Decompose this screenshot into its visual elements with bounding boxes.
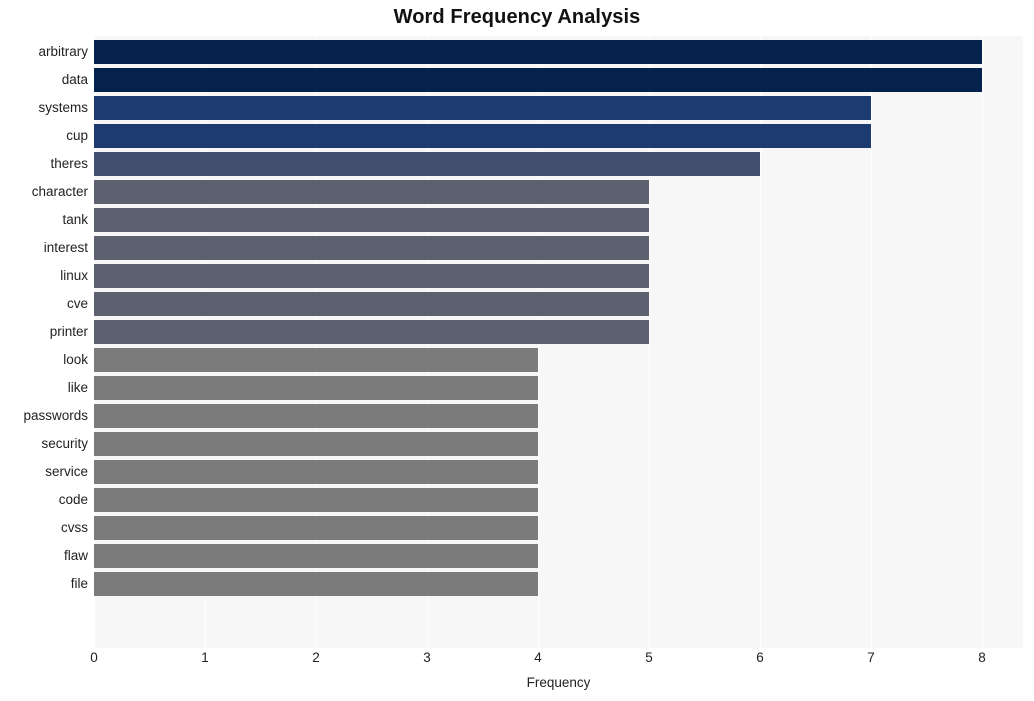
y-axis-tick-label: theres <box>50 156 88 171</box>
bar[interactable] <box>94 96 871 120</box>
bar[interactable] <box>94 152 760 176</box>
y-axis-tick-label: printer <box>49 324 88 339</box>
y-axis-tick-labels: arbitrary data systems cup theres character ta… <box>0 36 88 648</box>
y-axis-tick-label: linux <box>60 268 88 283</box>
x-axis-tick-label: 6 <box>756 650 764 665</box>
y-axis-tick-label: cvss <box>61 520 88 535</box>
y-axis-tick-label: interest <box>43 240 88 255</box>
y-axis-tick-label: file <box>70 576 88 591</box>
chart-title: Word Frequency Analysis <box>393 6 641 28</box>
x-axis-tick-label: 0 <box>90 650 98 665</box>
bar[interactable] <box>94 404 538 428</box>
y-axis-tick-label: security <box>41 436 88 451</box>
bar[interactable] <box>94 376 538 400</box>
bar[interactable] <box>94 40 982 64</box>
bars-container <box>94 36 1023 648</box>
bar[interactable] <box>94 516 538 540</box>
x-axis-tick-label: 5 <box>645 650 653 665</box>
x-axis-tick-label: 4 <box>534 650 542 665</box>
y-axis-tick-label: code <box>58 492 88 507</box>
y-axis-tick-label: arbitrary <box>38 44 88 59</box>
y-axis-tick-label: like <box>67 380 88 395</box>
bar[interactable] <box>94 292 649 316</box>
bar[interactable] <box>94 348 538 372</box>
bar[interactable] <box>94 264 649 288</box>
x-axis-tick-label: 2 <box>312 650 320 665</box>
x-axis-tick-label: 3 <box>423 650 431 665</box>
y-axis-tick-label: character <box>31 184 88 199</box>
y-axis-tick-label: cup <box>66 128 88 143</box>
x-axis-tick-label: 1 <box>201 650 209 665</box>
bar[interactable] <box>94 68 982 92</box>
bar[interactable] <box>94 544 538 568</box>
y-axis-tick-label: service <box>45 464 88 479</box>
bar[interactable] <box>94 460 538 484</box>
bar[interactable] <box>94 488 538 512</box>
y-axis-tick-label: passwords <box>23 408 88 423</box>
bar[interactable] <box>94 236 649 260</box>
y-axis-tick-label: look <box>63 352 88 367</box>
bar[interactable] <box>94 124 871 148</box>
y-axis-tick-label: flaw <box>63 548 88 563</box>
bar[interactable] <box>94 180 649 204</box>
bar[interactable] <box>94 432 538 456</box>
x-axis-tick-label: 8 <box>978 650 986 665</box>
x-axis-tick-label: 7 <box>867 650 875 665</box>
y-axis-tick-label: tank <box>62 212 88 227</box>
y-axis-tick-label: data <box>61 72 88 87</box>
y-axis-tick-label: systems <box>38 100 88 115</box>
plot-area <box>94 36 1023 648</box>
word-frequency-bar-chart: Word Frequency Analysis arbitrary data sys… <box>0 0 1034 701</box>
bar[interactable] <box>94 572 538 596</box>
y-axis-tick-label: cve <box>66 296 88 311</box>
bar[interactable] <box>94 320 649 344</box>
x-axis-title: Frequency <box>526 675 591 690</box>
x-axis-tick-labels: 0 1 2 3 4 5 6 7 8 <box>0 650 1034 674</box>
bar[interactable] <box>94 208 649 232</box>
